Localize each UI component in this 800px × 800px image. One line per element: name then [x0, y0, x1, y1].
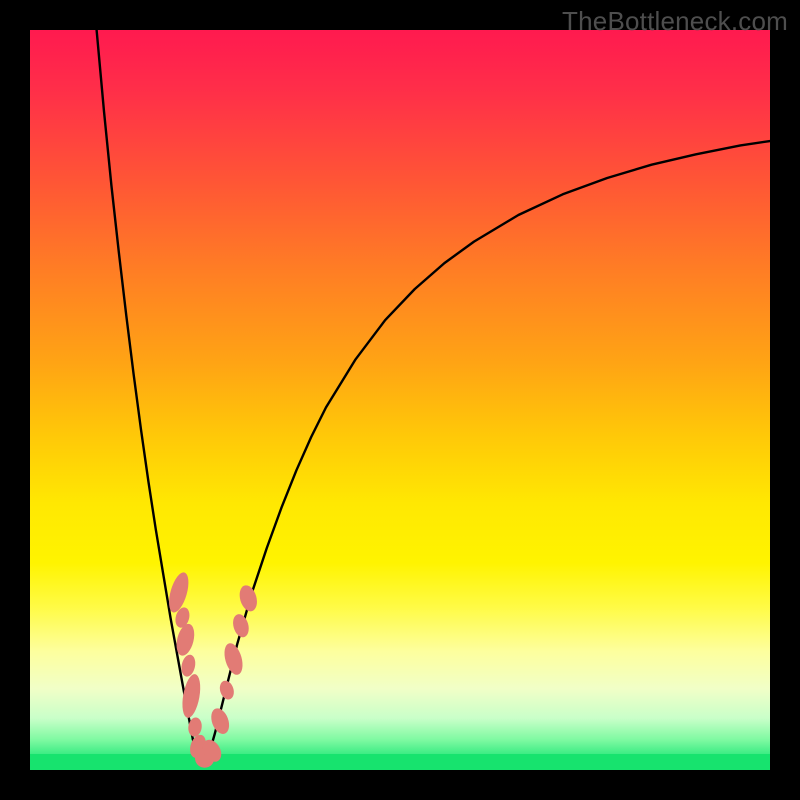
bottleneck-curve	[30, 30, 770, 770]
chart-frame: TheBottleneck.com	[0, 0, 800, 800]
bead-marker-10	[218, 679, 237, 701]
curve-right-branch	[208, 141, 770, 759]
bead-marker-4	[179, 673, 203, 720]
bead-marker-13	[237, 583, 260, 613]
plot-area	[30, 30, 770, 770]
bead-marker-12	[231, 612, 252, 639]
watermark-text: TheBottleneck.com	[562, 6, 788, 37]
curve-left-branch	[97, 30, 193, 739]
bead-marker-9	[208, 706, 232, 737]
bead-marker-11	[221, 641, 246, 677]
